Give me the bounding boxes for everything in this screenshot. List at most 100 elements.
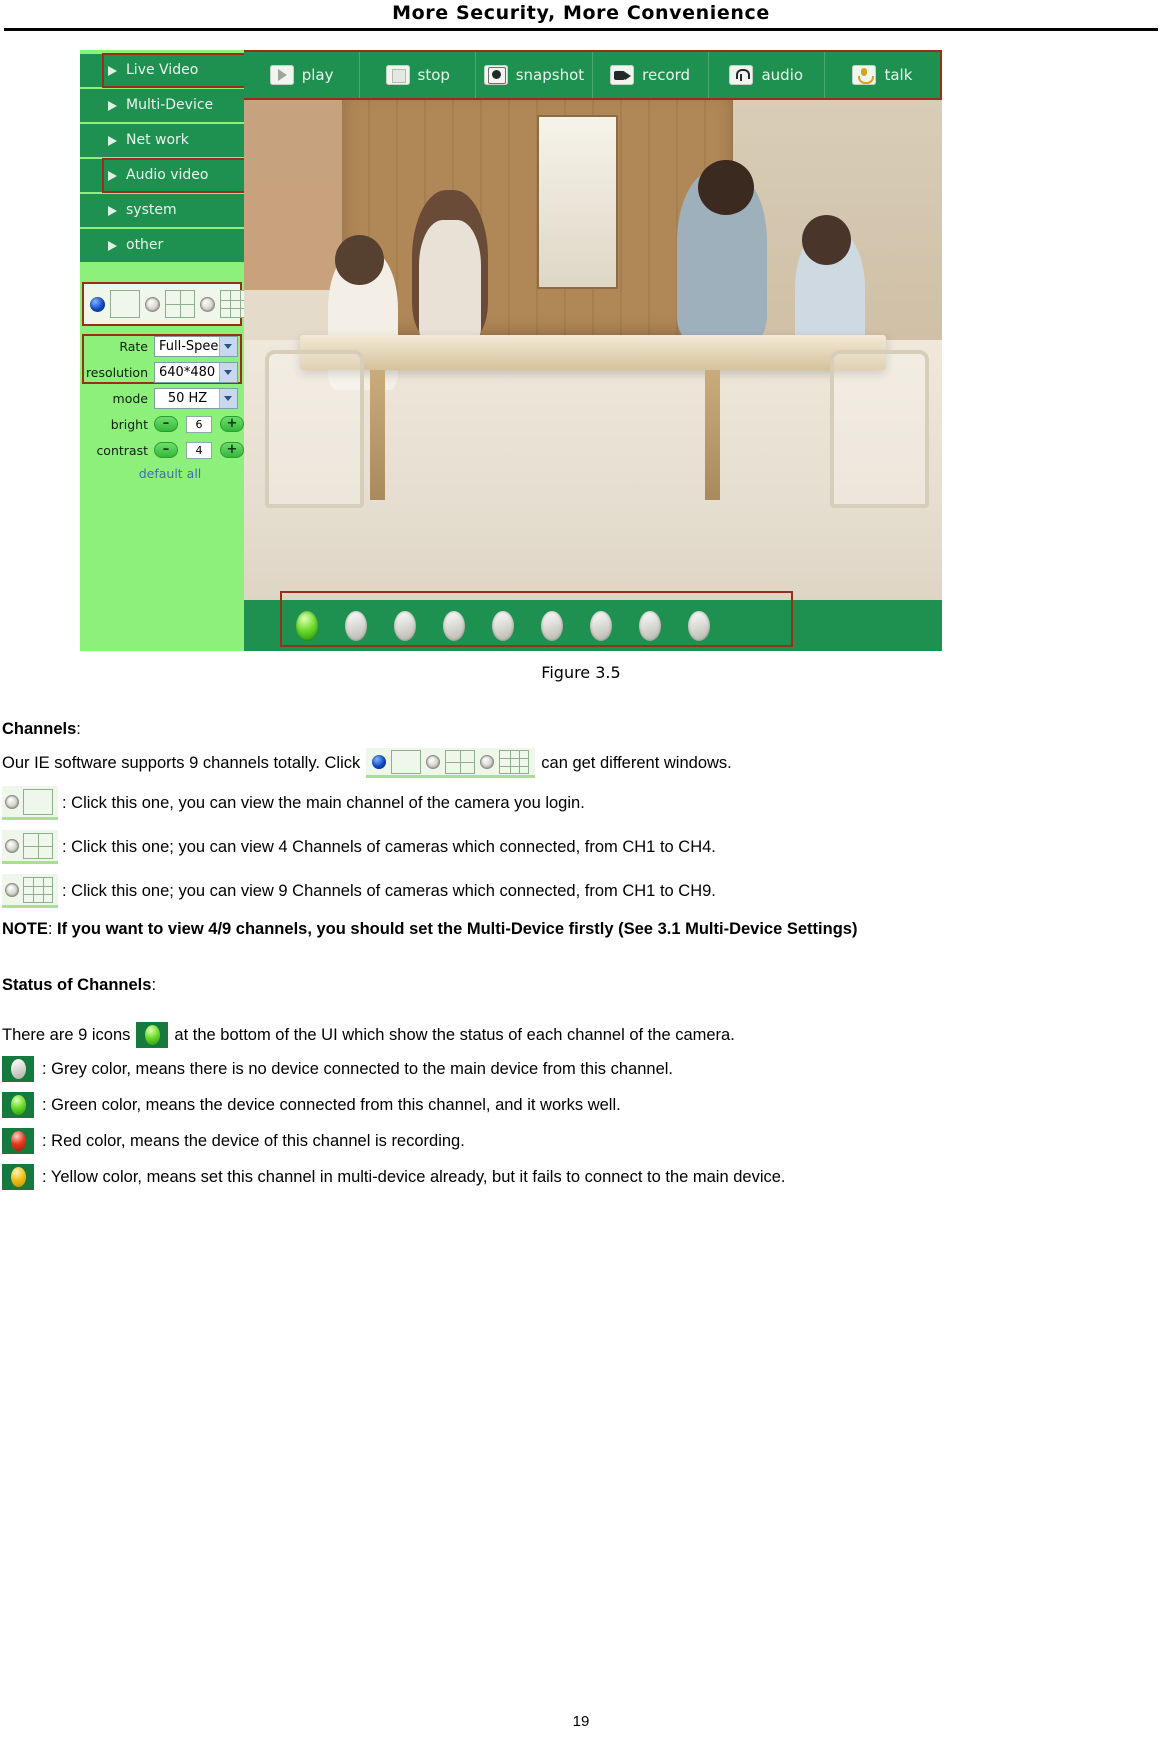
nine-view-option-icon[interactable] <box>2 874 58 908</box>
radio-four-view-icon[interactable] <box>145 296 160 312</box>
supports-suffix: can get different windows. <box>541 754 732 772</box>
talk-label: talk <box>884 66 913 84</box>
channel-status-indicator[interactable] <box>492 610 514 641</box>
sidebar-item-network[interactable]: Net work <box>80 124 244 157</box>
resolution-label: resolution <box>85 364 148 380</box>
bright-decrease-button[interactable]: – <box>154 416 178 432</box>
sidebar-item-system[interactable]: system <box>80 194 244 227</box>
status-yellow-icon <box>2 1164 34 1190</box>
inline-view-mode-widget[interactable] <box>366 748 536 778</box>
radio-button-icon[interactable] <box>5 883 19 897</box>
page-title: More Security, More Convenience <box>392 2 770 24</box>
mode-select[interactable]: 50 HZ <box>154 387 238 409</box>
radio-nine-view-icon[interactable] <box>200 296 215 312</box>
mode-row: mode 50 HZ <box>82 386 244 410</box>
resolution-select[interactable]: 640*480 <box>154 361 238 383</box>
contrast-row: contrast – 4 + <box>82 438 244 462</box>
sidebar-item-audio-video[interactable]: Audio video <box>80 158 245 193</box>
chevron-down-icon[interactable] <box>219 388 237 408</box>
radio-four-view-icon[interactable] <box>426 755 441 769</box>
status-heading-colon: : <box>151 976 157 994</box>
bright-label: bright <box>110 416 148 432</box>
bright-value[interactable]: 6 <box>186 415 212 433</box>
channel-status-indicator[interactable] <box>688 610 710 641</box>
play-button[interactable]: play <box>244 52 361 98</box>
single-window-icon[interactable] <box>391 750 422 774</box>
document-body: Channels: Our IE software supports 9 cha… <box>2 718 1037 1200</box>
snapshot-button[interactable]: snapshot <box>476 52 593 98</box>
bright-increase-button[interactable]: + <box>220 416 244 432</box>
talk-button[interactable]: talk <box>825 52 940 98</box>
channel-status-bar <box>244 600 942 651</box>
channel-status-indicator[interactable] <box>541 610 563 641</box>
sidebar-item-multi-device[interactable]: Multi-Device <box>80 89 244 122</box>
view-mode-selector[interactable] <box>82 282 250 326</box>
single-window-icon[interactable] <box>23 789 53 815</box>
audio-label: audio <box>761 66 804 84</box>
status-red-row: : Red color, means the device of this ch… <box>2 1128 1037 1154</box>
status-intro-suffix: at the bottom of the UI which show the s… <box>174 1026 735 1044</box>
chevron-down-icon[interactable] <box>219 362 237 382</box>
contrast-increase-button[interactable]: + <box>220 442 244 458</box>
radio-nine-view-icon[interactable] <box>480 755 495 769</box>
single-view-description: : Click this one, you can view the main … <box>62 794 585 812</box>
single-window-icon[interactable] <box>110 290 140 318</box>
channel-status-indicator[interactable] <box>345 610 367 641</box>
channel-status-indicator[interactable] <box>296 610 318 641</box>
radio-single-view-selected-icon[interactable] <box>90 296 105 312</box>
contrast-decrease-button[interactable]: – <box>154 442 178 458</box>
status-red-icon <box>2 1128 34 1154</box>
contrast-value[interactable]: 4 <box>186 441 212 459</box>
page-number: 19 <box>572 1713 590 1730</box>
mode-label: mode <box>112 390 148 406</box>
audio-button[interactable]: audio <box>709 52 825 98</box>
four-window-grid-icon[interactable] <box>445 750 476 774</box>
rate-select[interactable]: Full-Spee <box>154 335 238 357</box>
supports-paragraph: Our IE software supports 9 channels tota… <box>2 748 1037 778</box>
channels-heading: Channels: <box>2 718 1037 740</box>
channel-status-indicator[interactable] <box>394 610 416 641</box>
single-view-option-icon[interactable] <box>2 786 58 820</box>
figure-3-5: Live Video Multi-Device Net work Audio v… <box>80 50 942 651</box>
status-intro-prefix: There are 9 icons <box>2 1026 131 1044</box>
record-button[interactable]: record <box>593 52 709 98</box>
contrast-label: contrast <box>96 442 148 458</box>
radio-button-icon[interactable] <box>5 839 19 853</box>
snapshot-label: snapshot <box>515 66 585 84</box>
nine-window-grid-icon[interactable] <box>499 750 530 774</box>
default-all-link[interactable]: default all <box>82 466 244 481</box>
channel-status-indicator[interactable] <box>639 610 661 641</box>
headphone-icon <box>729 65 754 85</box>
chevron-down-icon[interactable] <box>219 336 237 356</box>
channel-status-indicator[interactable] <box>443 610 465 641</box>
play-label: play <box>301 66 334 84</box>
record-label: record <box>642 66 691 84</box>
single-view-description-row: : Click this one, you can view the main … <box>2 786 1037 820</box>
four-view-description-row: : Click this one; you can view 4 Channel… <box>2 830 1037 864</box>
camera-toolbar: play stop snapshot record audio talk <box>244 50 942 100</box>
nine-window-grid-icon[interactable] <box>23 877 53 903</box>
four-window-grid-icon[interactable] <box>165 290 195 318</box>
chevron-right-icon <box>108 101 117 111</box>
mode-value: 50 HZ <box>167 390 208 406</box>
note-label: NOTE <box>2 920 48 938</box>
sidebar-item-live-video[interactable]: Live Video <box>80 53 245 88</box>
radio-button-icon[interactable] <box>5 795 19 809</box>
four-view-option-icon[interactable] <box>2 830 58 864</box>
sidebar-item-other[interactable]: other <box>80 229 244 262</box>
live-video-frame <box>244 100 942 600</box>
channels-heading-colon: : <box>76 720 81 738</box>
video-stream-area[interactable] <box>244 100 942 600</box>
resolution-row: resolution 640*480 <box>82 360 244 384</box>
note-colon: : <box>47 920 58 938</box>
sidebar-item-label: Net work <box>126 132 189 148</box>
four-view-description: : Click this one; you can view 4 Channel… <box>62 838 716 856</box>
status-grey-row: : Grey color, means there is no device c… <box>2 1056 1037 1082</box>
radio-single-view-selected-icon[interactable] <box>372 755 387 769</box>
stop-button[interactable]: stop <box>360 52 477 98</box>
four-window-grid-icon[interactable] <box>23 833 53 859</box>
channel-status-indicator[interactable] <box>590 610 612 641</box>
sidebar-item-label: Multi-Device <box>126 97 214 113</box>
resolution-value: 640*480 <box>159 364 216 380</box>
chevron-right-icon <box>108 241 117 251</box>
